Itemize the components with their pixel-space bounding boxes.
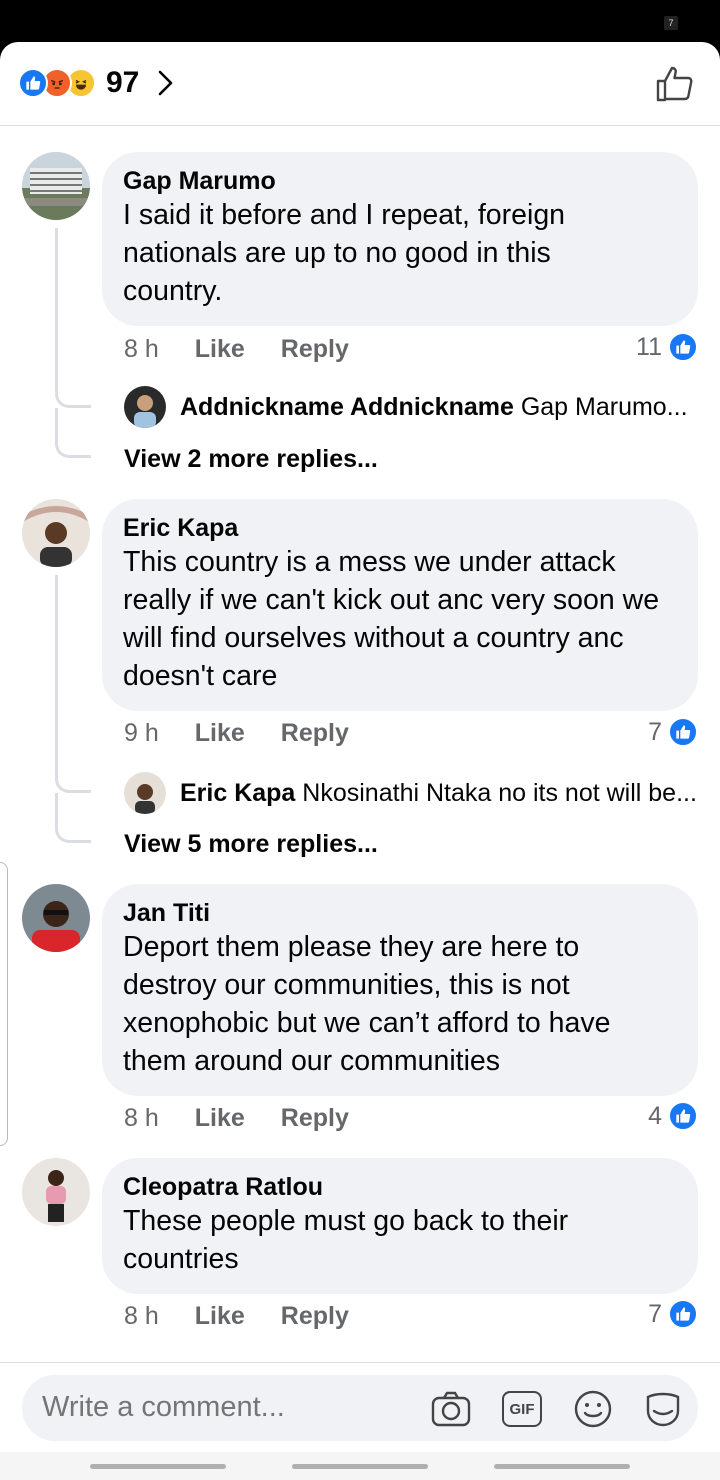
like-badge-icon bbox=[668, 717, 698, 747]
reply-button[interactable]: Reply bbox=[281, 719, 349, 748]
comment-time: 9 h bbox=[124, 719, 159, 747]
like-button[interactable]: Like bbox=[195, 1104, 245, 1133]
emoji-icon[interactable] bbox=[572, 1389, 614, 1429]
comment-text: These people must go back to their count… bbox=[123, 1205, 569, 1275]
comment-time: 8 h bbox=[124, 1104, 159, 1132]
comment-meta: 8 h Like Reply bbox=[124, 335, 385, 364]
reply-connector bbox=[55, 793, 91, 843]
reply-button[interactable]: Reply bbox=[281, 1104, 349, 1133]
view-more-replies[interactable]: View 2 more replies... bbox=[124, 445, 378, 474]
like-badge-icon bbox=[668, 1101, 698, 1131]
camera-icon[interactable] bbox=[430, 1389, 472, 1429]
like-badge-icon bbox=[668, 1299, 698, 1329]
reply-preview-text: Addnickname Addnickname Gap Marumo... bbox=[180, 393, 688, 422]
view-more-replies[interactable]: View 5 more replies... bbox=[124, 830, 378, 859]
reply-author: Addnickname Addnickname bbox=[180, 392, 514, 421]
reply-author: Eric Kapa bbox=[180, 778, 296, 807]
avatar[interactable] bbox=[22, 1158, 90, 1226]
status-badge: 7 bbox=[664, 16, 678, 30]
avatar[interactable] bbox=[22, 152, 90, 220]
like-badge-icon bbox=[668, 332, 698, 362]
comment-text: This country is a mess we under attack r… bbox=[123, 546, 660, 692]
thread-line bbox=[55, 575, 91, 761]
comment-meta: 9 h Like Reply bbox=[124, 719, 385, 748]
gif-icon[interactable]: GIF bbox=[502, 1391, 542, 1427]
comment-author[interactable]: Gap Marumo bbox=[123, 166, 678, 196]
gif-label: GIF bbox=[509, 1400, 535, 1418]
comment-likes[interactable]: 7 bbox=[648, 1299, 698, 1329]
avatar bbox=[124, 386, 166, 428]
reactions-summary[interactable]: 97 bbox=[18, 66, 177, 100]
comment-bubble[interactable]: Cleopatra Ratlou These people must go ba… bbox=[102, 1158, 698, 1294]
comment-time: 8 h bbox=[124, 335, 159, 363]
reaction-count: 97 bbox=[106, 66, 140, 99]
nav-recents-button[interactable] bbox=[90, 1464, 226, 1469]
comment-time: 8 h bbox=[124, 1302, 159, 1330]
reply-snippet: Nkosinathi Ntaka no its not will be... bbox=[302, 778, 697, 807]
like-count: 4 bbox=[648, 1101, 662, 1130]
comment-meta: 8 h Like Reply bbox=[124, 1104, 385, 1133]
like-outline-icon[interactable] bbox=[654, 64, 694, 104]
comment-author[interactable]: Cleopatra Ratlou bbox=[123, 1172, 678, 1202]
reply-connector bbox=[55, 408, 91, 458]
sticker-icon[interactable] bbox=[642, 1389, 684, 1429]
comment-text: I said it before and I repeat, foreign n… bbox=[123, 199, 566, 307]
reply-preview[interactable]: Addnickname Addnickname Gap Marumo... bbox=[124, 386, 704, 428]
composer-box: GIF bbox=[22, 1375, 698, 1441]
nav-back-button[interactable] bbox=[494, 1464, 630, 1469]
reply-preview[interactable]: Eric Kapa Nkosinathi Ntaka no its not wi… bbox=[124, 772, 704, 814]
like-button[interactable]: Like bbox=[195, 719, 245, 748]
reactions-header: 97 bbox=[0, 42, 720, 126]
status-bar: 7 bbox=[0, 0, 720, 42]
reply-connector bbox=[55, 761, 91, 793]
scroll-edge-indicator bbox=[0, 862, 8, 1146]
reply-preview-text: Eric Kapa Nkosinathi Ntaka no its not wi… bbox=[180, 779, 697, 808]
avatar[interactable] bbox=[22, 499, 90, 567]
comment-bubble[interactable]: Jan Titi Deport them please they are her… bbox=[102, 884, 698, 1096]
comment-text: Deport them please they are here to dest… bbox=[123, 931, 611, 1077]
comment-author[interactable]: Eric Kapa bbox=[123, 513, 678, 543]
comment-likes[interactable]: 4 bbox=[648, 1101, 698, 1131]
reply-snippet: Gap Marumo... bbox=[520, 392, 688, 421]
comment-likes[interactable]: 11 bbox=[636, 332, 698, 362]
reply-connector bbox=[55, 376, 91, 408]
avatar[interactable] bbox=[22, 884, 90, 952]
like-button[interactable]: Like bbox=[195, 335, 245, 364]
like-count: 7 bbox=[648, 1299, 662, 1328]
chevron-right-icon bbox=[159, 70, 173, 96]
comment-likes[interactable]: 7 bbox=[648, 717, 698, 747]
comment-author[interactable]: Jan Titi bbox=[123, 898, 678, 928]
comment-bubble[interactable]: Eric Kapa This country is a mess we unde… bbox=[102, 499, 698, 711]
comment-bubble[interactable]: Gap Marumo I said it before and I repeat… bbox=[102, 152, 698, 326]
comments-sheet: 97 Gap Marumo I said it before and I rep… bbox=[0, 42, 720, 1480]
avatar bbox=[124, 772, 166, 814]
comment-input[interactable] bbox=[42, 1391, 402, 1424]
reply-button[interactable]: Reply bbox=[281, 335, 349, 364]
like-button[interactable]: Like bbox=[195, 1302, 245, 1331]
reply-button[interactable]: Reply bbox=[281, 1302, 349, 1331]
thread-line bbox=[55, 228, 91, 376]
comment-composer: GIF bbox=[0, 1362, 720, 1452]
system-nav-bar bbox=[0, 1452, 720, 1480]
nav-home-button[interactable] bbox=[292, 1464, 428, 1469]
like-reaction-icon bbox=[18, 68, 48, 98]
like-count: 11 bbox=[636, 332, 662, 361]
like-count: 7 bbox=[648, 717, 662, 746]
comment-meta: 8 h Like Reply bbox=[124, 1302, 385, 1331]
